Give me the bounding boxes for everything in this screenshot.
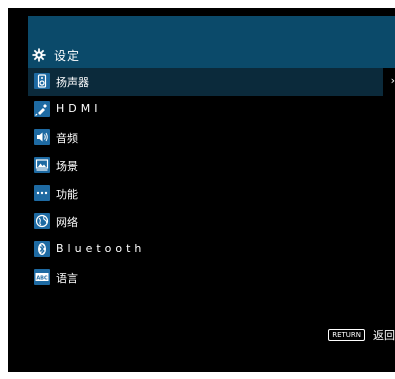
menu-item-function[interactable]: 功能	[28, 180, 395, 208]
menu-item-scene[interactable]: 场景	[28, 152, 395, 180]
footer-hint: RETURN 返回	[328, 327, 395, 343]
menu-item-label: 网络	[56, 216, 78, 229]
menu-item-label: 场景	[56, 160, 78, 173]
menu-item-label: 语言	[56, 272, 78, 285]
audio-icon	[34, 129, 50, 145]
abc-icon: ABC	[34, 269, 50, 285]
menu-item-label: HDMI	[56, 102, 102, 115]
bluetooth-icon	[34, 241, 50, 257]
menu-item-language[interactable]: ABC 语言	[28, 264, 395, 292]
menu-item-hdmi[interactable]: HDMI	[28, 96, 395, 124]
gear-icon	[32, 47, 46, 62]
return-key-icon: RETURN	[328, 329, 365, 341]
menu-item-network[interactable]: 网络	[28, 208, 395, 236]
hdmi-plug-icon	[34, 101, 50, 117]
more-dots-icon	[34, 185, 50, 201]
settings-menu: 扬声器 › HDMI 音频 场景 功能 网络 Bluetooth ABC 语言	[28, 68, 395, 292]
menu-item-label: 功能	[56, 188, 78, 201]
speaker-icon	[34, 73, 50, 89]
header-bar: 设定	[28, 16, 395, 68]
menu-item-label: 扬声器	[56, 76, 89, 89]
return-label: 返回	[373, 329, 395, 342]
menu-item-bluetooth[interactable]: Bluetooth	[28, 236, 395, 264]
menu-item-speaker[interactable]: 扬声器 ›	[28, 68, 395, 96]
settings-screen: 设定 扬声器 › HDMI 音频 场景 功能 网络 Bluetooth ABC …	[8, 8, 395, 372]
chevron-right-icon: ›	[390, 74, 395, 87]
menu-item-label: 音频	[56, 132, 78, 145]
svg-text:ABC: ABC	[36, 275, 48, 281]
menu-item-audio[interactable]: 音频	[28, 124, 395, 152]
menu-item-label: Bluetooth	[56, 242, 146, 255]
globe-icon	[34, 213, 50, 229]
page-title: 设定	[54, 49, 81, 63]
scene-icon	[34, 157, 50, 173]
